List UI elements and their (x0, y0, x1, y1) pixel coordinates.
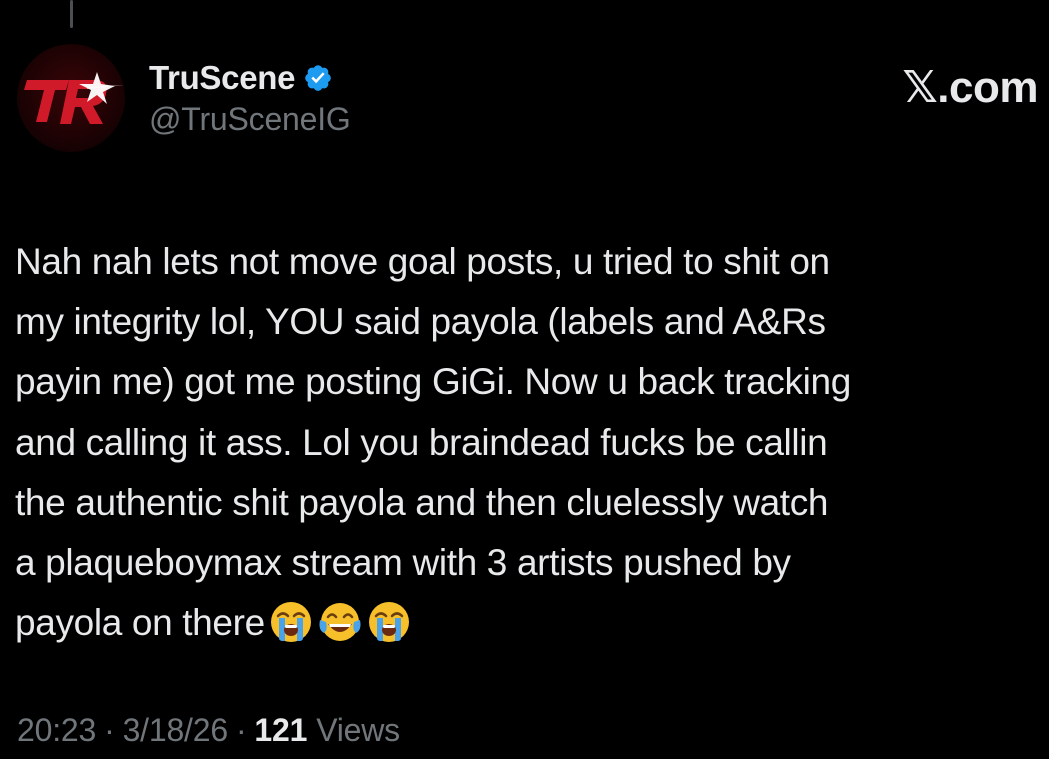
avatar[interactable] (17, 44, 125, 152)
tweet-emojis (269, 600, 411, 644)
verified-badge-icon[interactable] (303, 63, 333, 93)
author-display-name[interactable]: TruScene (149, 59, 295, 97)
tweet-body: Nah nah lets not move goal posts, u trie… (15, 232, 1040, 653)
tweet-author: TruScene @TruSceneIG (149, 58, 351, 138)
meta-separator: · (235, 712, 247, 748)
meta-separator: · (104, 712, 115, 748)
views-label: Views (316, 712, 400, 748)
tweet-meta: 20:23 · 3/18/26 · 121 Views (17, 712, 400, 749)
truscene-logo-icon (17, 44, 125, 152)
thread-connector-line (70, 0, 73, 28)
x-com-watermark: 𝕏.com (902, 63, 1038, 112)
tweet-time[interactable]: 20:23 (17, 712, 96, 749)
face-with-tears-of-joy-icon (319, 603, 361, 642)
views-count[interactable]: 121 (254, 712, 307, 749)
loudly-crying-face-icon (270, 602, 311, 643)
tweet-text: Nah nah lets not move goal posts, u trie… (15, 241, 851, 644)
tweet-date[interactable]: 3/18/26 (123, 712, 229, 749)
author-handle[interactable]: @TruSceneIG (149, 101, 351, 138)
author-name-row: TruScene (149, 58, 351, 98)
loudly-crying-face-icon (368, 602, 409, 643)
